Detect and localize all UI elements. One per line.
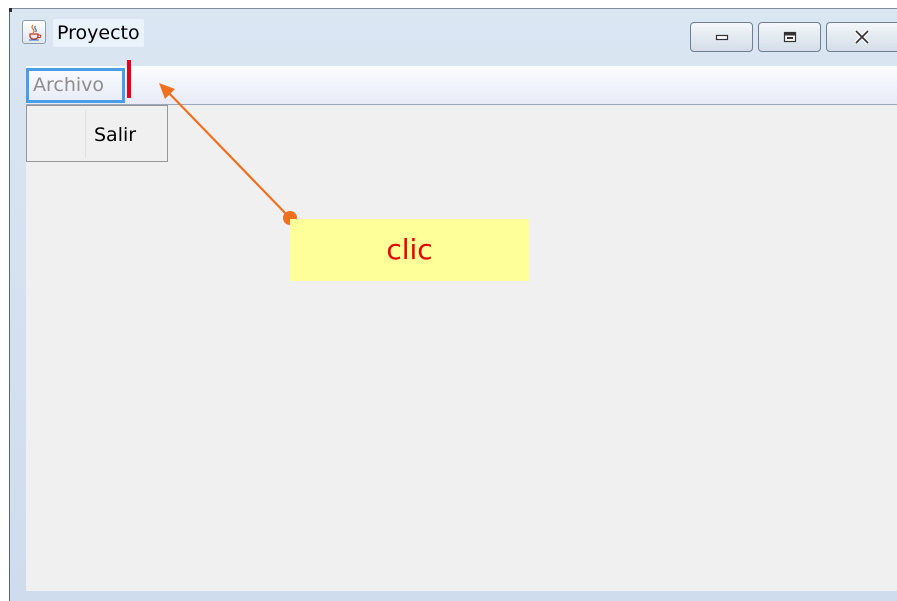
annotation-arrow (159, 83, 297, 225)
annotation-callout: clic (290, 219, 529, 281)
